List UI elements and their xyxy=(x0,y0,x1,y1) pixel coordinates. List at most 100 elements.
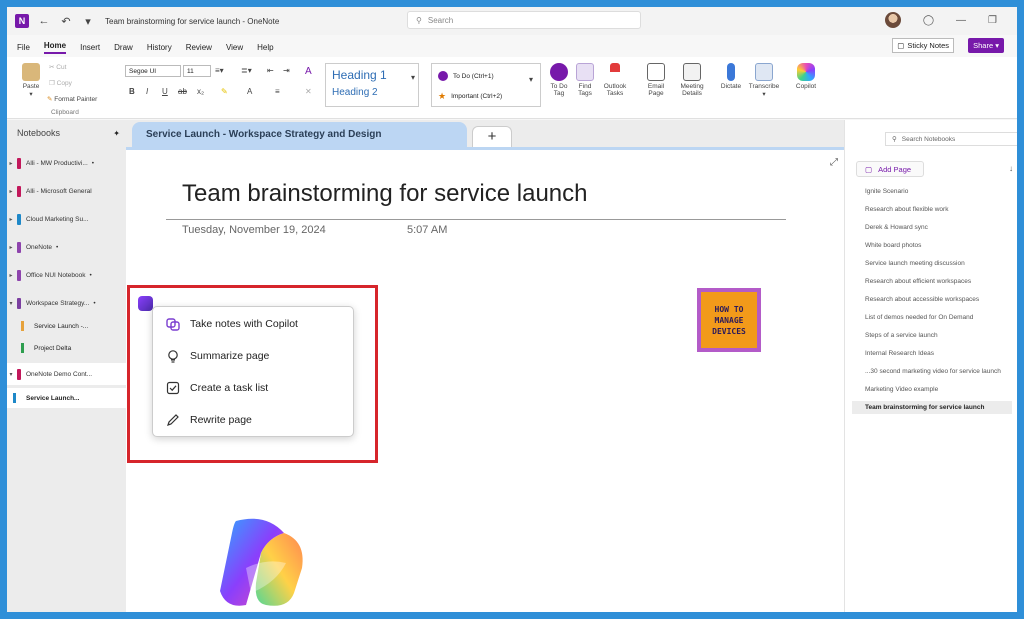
font-color-icon[interactable]: A xyxy=(247,87,252,96)
page-list-item[interactable]: Derek & Howard sync xyxy=(865,224,1015,231)
styles-icon[interactable]: A xyxy=(305,66,312,77)
notebook-item[interactable]: ▾ Workspace Strategy... • xyxy=(7,292,126,314)
outdent-icon[interactable]: ⇤ xyxy=(267,66,274,75)
avatar[interactable] xyxy=(884,12,901,28)
style-heading-1[interactable]: Heading 1 xyxy=(332,68,387,82)
back-icon[interactable]: ← xyxy=(37,14,51,28)
page-list-item[interactable]: Service launch meeting discussion xyxy=(865,260,1015,267)
indent-icon[interactable]: ⇥ xyxy=(283,66,290,75)
section-item[interactable]: Service Launch -... xyxy=(7,316,126,336)
undo-icon[interactable]: ↶ xyxy=(59,14,73,28)
highlight-icon[interactable]: ✎ xyxy=(221,87,228,96)
tab-history[interactable]: History xyxy=(147,43,172,52)
menu-item-take-notes[interactable]: Take notes with Copilot xyxy=(166,314,298,334)
strikethrough-icon[interactable]: ab xyxy=(178,87,187,96)
format-painter-button[interactable]: ✎ Format Painter xyxy=(47,95,97,103)
clear-format-icon[interactable]: ✕ xyxy=(305,87,312,96)
sticky-notes-button[interactable]: ▢ Sticky Notes xyxy=(892,38,954,53)
logo-text: MANAGE xyxy=(714,315,744,325)
add-section-button[interactable]: + xyxy=(472,126,512,147)
style-heading-2[interactable]: Heading 2 xyxy=(332,87,378,98)
italic-icon[interactable]: I xyxy=(146,87,148,96)
menu-item-summarize[interactable]: Summarize page xyxy=(166,346,269,366)
page-list-item-selected[interactable]: Team brainstorming for service launch xyxy=(852,401,1012,414)
sort-icon[interactable]: ↓ xyxy=(1009,164,1013,173)
pencil-icon xyxy=(166,413,180,427)
tab-draw[interactable]: Draw xyxy=(114,43,133,52)
page-list-item[interactable]: Marketing Video example xyxy=(865,386,1015,393)
notebook-color-icon xyxy=(17,297,21,309)
page-list-item[interactable]: Research about flexible work xyxy=(865,206,1015,213)
tags-gallery[interactable]: To Do (Ctrl+1) ★ Important (Ctrl+2) xyxy=(431,63,541,107)
restore-icon[interactable]: ❐ xyxy=(988,15,997,26)
tab-help[interactable]: Help xyxy=(257,43,273,52)
outlook-tasks-button[interactable]: Outlook Tasks xyxy=(599,63,631,97)
menu-item-task-list[interactable]: Create a task list xyxy=(166,378,268,398)
notebook-item[interactable]: ▸ Office NUI Notebook • xyxy=(7,264,126,286)
notebook-item[interactable]: ▸ Alli - Microsoft General xyxy=(7,180,126,202)
page-list-item[interactable]: White board photos xyxy=(865,242,1015,249)
tab-review[interactable]: Review xyxy=(186,43,212,52)
sync-dot-icon: • xyxy=(56,243,59,251)
bold-icon[interactable]: B xyxy=(129,87,135,96)
search-input[interactable]: ⚲ Search xyxy=(407,11,641,29)
align-icon[interactable]: ≡ xyxy=(275,87,280,96)
page-list-item[interactable]: Ignite Scenario xyxy=(865,188,1015,195)
menu-bar: File Home Insert Draw History Review Vie… xyxy=(7,37,1017,57)
cut-button[interactable]: ✂ Cut xyxy=(49,63,66,71)
todo-tag-button[interactable]: To Do Tag xyxy=(547,63,571,97)
tab-section-service-launch[interactable]: Service Launch - Workspace Strategy and … xyxy=(132,122,467,149)
transcribe-button[interactable]: Transcribe ▾ xyxy=(747,63,781,98)
copilot-button[interactable]: Copilot xyxy=(791,63,821,90)
pin-icon[interactable]: ✦ xyxy=(113,129,120,138)
copilot-icon[interactable] xyxy=(138,296,153,311)
dictate-button[interactable]: Dictate xyxy=(717,63,745,90)
email-page-button[interactable]: Email Page xyxy=(643,63,669,97)
tag-todo[interactable]: To Do (Ctrl+1) xyxy=(438,71,494,81)
minimize-icon[interactable]: — xyxy=(956,15,966,26)
tags-more-icon[interactable]: ▾ xyxy=(529,75,533,84)
copilot-label: Copilot xyxy=(795,83,817,90)
meeting-details-button[interactable]: Meeting Details xyxy=(677,63,707,97)
notebook-item[interactable]: ▸ Alli - MW Productivi... • xyxy=(7,152,126,174)
section-item-selected[interactable]: Service Launch... xyxy=(7,388,126,408)
share-button[interactable]: Share ▾ xyxy=(968,38,1004,53)
underline-icon[interactable]: U xyxy=(162,87,168,96)
todo-tag-label-2: Tag xyxy=(553,90,565,97)
tab-insert[interactable]: Insert xyxy=(80,43,100,52)
notebook-item[interactable]: ▸ OneNote • xyxy=(7,236,126,258)
notebook-item[interactable]: ▸ Cloud Marketing Su... xyxy=(7,208,126,230)
page-canvas[interactable]: ⤢ Team brainstorming for service launch … xyxy=(126,147,844,612)
menu-item-rewrite[interactable]: Rewrite page xyxy=(166,410,252,430)
tab-file[interactable]: File xyxy=(17,43,30,52)
page-list-item[interactable]: ...30 second marketing video for service… xyxy=(865,368,1015,375)
copy-button[interactable]: ❐ Copy xyxy=(49,79,72,87)
find-tags-button[interactable]: Find Tags xyxy=(573,63,597,97)
font-size-select[interactable]: 11 xyxy=(183,65,211,77)
lightbulb-icon[interactable]: ◯ xyxy=(923,15,934,26)
styles-gallery[interactable]: Heading 1 Heading 2 xyxy=(325,63,419,107)
search-notebooks-input[interactable]: ⚲ Search Notebooks xyxy=(885,132,1017,146)
subscript-icon[interactable]: x₂ xyxy=(197,87,204,96)
font-name-select[interactable]: Segoe UI xyxy=(125,65,181,77)
tab-view[interactable]: View xyxy=(226,43,243,52)
notebook-item[interactable]: ▾ OneNote Demo Cont... xyxy=(7,363,126,385)
add-page-button[interactable]: ▢ Add Page xyxy=(856,161,924,177)
expand-icon[interactable]: ⤢ xyxy=(830,157,838,168)
customize-icon[interactable]: ▾ xyxy=(81,14,95,28)
page-list-item[interactable]: Internal Research Ideas xyxy=(865,350,1015,357)
bullets-icon[interactable]: ≡▾ xyxy=(215,66,224,75)
paste-button[interactable]: Paste ▾ xyxy=(17,63,45,98)
page-list-item[interactable]: Steps of a service launch xyxy=(865,332,1015,339)
section-item[interactable]: Project Delta xyxy=(7,338,126,358)
styles-more-icon[interactable]: ▾ xyxy=(411,73,415,82)
tag-important[interactable]: ★ Important (Ctrl+2) xyxy=(438,91,502,102)
pages-pane: ⚲ Search Notebooks ▢ Add Page ↓ Ignite S… xyxy=(844,120,1017,612)
chevron-right-icon: ▸ xyxy=(9,188,13,195)
page-list-item[interactable]: Research about efficient workspaces xyxy=(865,278,1015,285)
tab-home[interactable]: Home xyxy=(43,41,67,54)
page-list-item[interactable]: List of demos needed for On Demand xyxy=(865,314,1015,321)
numbering-icon[interactable]: ≣▾ xyxy=(241,66,252,75)
page-list-item[interactable]: Research about accessible workspaces xyxy=(865,296,1015,303)
page-title[interactable]: Team brainstorming for service launch xyxy=(182,180,588,208)
